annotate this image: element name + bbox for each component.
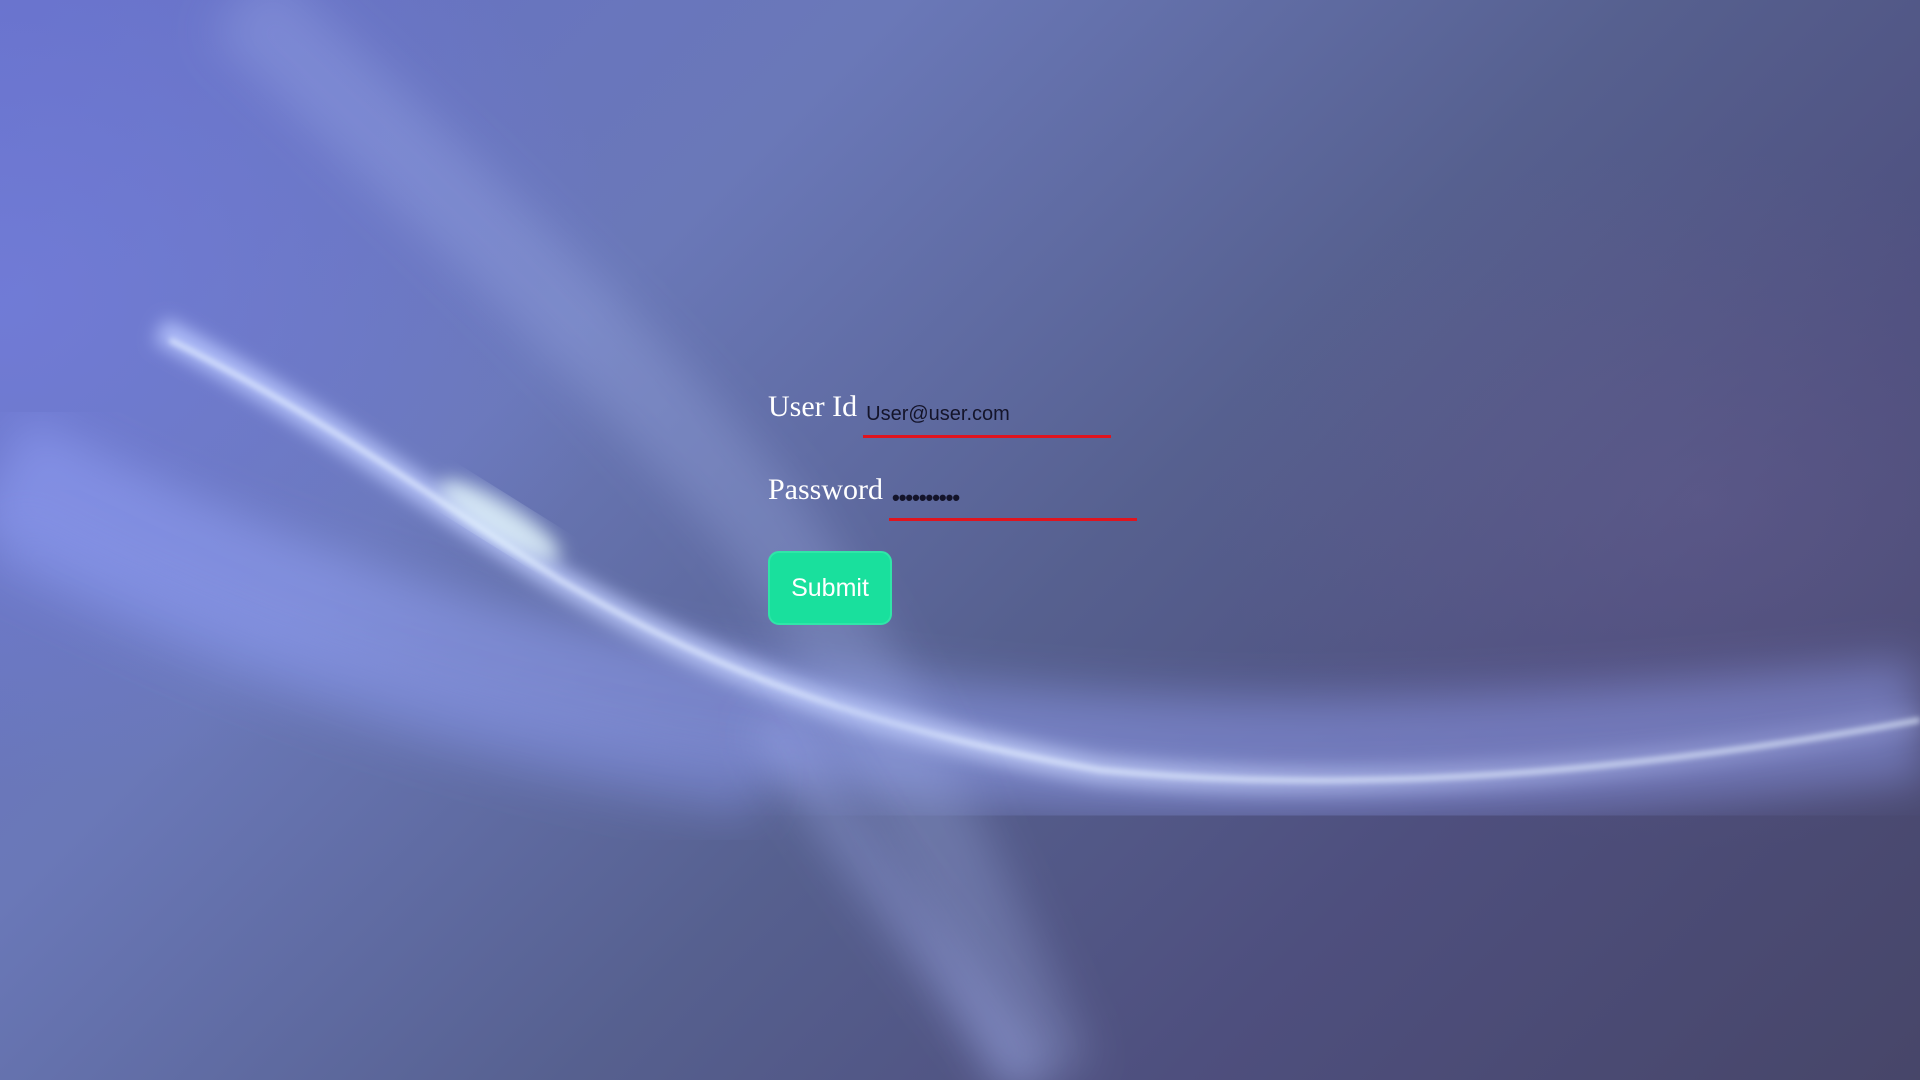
login-form: User Id Password Submit xyxy=(768,380,1168,625)
user-id-input[interactable] xyxy=(863,380,1112,438)
password-input[interactable] xyxy=(889,463,1138,521)
password-label: Password xyxy=(768,473,884,506)
password-row: Password xyxy=(768,463,1168,525)
submit-button[interactable]: Submit xyxy=(768,551,892,625)
user-id-label: User Id xyxy=(768,390,858,423)
user-id-row: User Id xyxy=(768,380,1168,442)
